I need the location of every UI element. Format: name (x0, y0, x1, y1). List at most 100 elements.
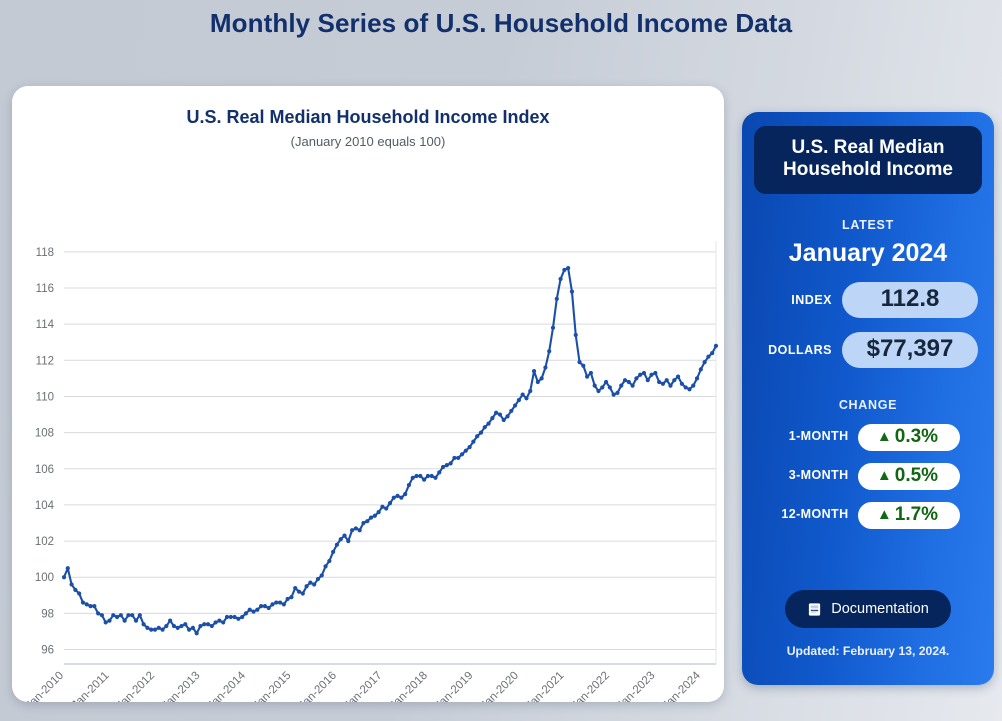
data-point (630, 383, 635, 388)
data-point (615, 390, 620, 395)
data-point (145, 625, 150, 630)
svg-text:Jan-2015: Jan-2015 (251, 670, 293, 702)
summary-panel: U.S. Real Median Household Income LATEST… (742, 112, 994, 685)
data-point (596, 388, 601, 394)
data-point (603, 379, 609, 385)
data-point (406, 482, 412, 488)
documentation-button[interactable]: Documentation (785, 590, 951, 628)
data-point (539, 376, 544, 381)
change-row-1-month: 1-MONTH ▲ 0.3% (742, 423, 994, 451)
latest-label: LATEST (842, 217, 894, 232)
x-axis-tick-label: Jan-2017 (342, 670, 384, 702)
up-arrow-icon: ▲ (876, 506, 892, 524)
data-point (315, 576, 321, 582)
data-point (168, 618, 173, 623)
income-index-line (62, 267, 718, 635)
x-axis-tick-label: Jan-2015 (251, 670, 293, 702)
x-axis-tick-label: Jan-2012 (115, 670, 157, 702)
data-point (585, 374, 590, 379)
svg-text:Jan-2020: Jan-2020 (479, 670, 521, 702)
data-point (429, 473, 434, 479)
svg-text:Jan-2018: Jan-2018 (388, 670, 430, 702)
data-point (554, 296, 559, 301)
data-point (456, 455, 461, 461)
data-point (118, 613, 123, 618)
data-point (141, 622, 146, 627)
data-point (221, 620, 226, 625)
data-point (274, 600, 279, 605)
data-point (543, 365, 548, 370)
svg-text:Jan-2012: Jan-2012 (115, 670, 157, 702)
data-point (437, 470, 442, 475)
change-value-12-month: 1.7% (894, 503, 939, 525)
index-row: INDEX 112.8 (742, 281, 994, 318)
data-point (494, 410, 499, 415)
data-point (660, 381, 666, 386)
data-point (114, 614, 120, 620)
index-value: 112.8 (842, 281, 978, 318)
data-point (190, 625, 195, 630)
data-point (547, 349, 552, 354)
data-point (270, 602, 275, 607)
dollars-label: DOLLARS (768, 342, 832, 357)
data-point (255, 607, 260, 612)
data-point (414, 473, 419, 479)
x-axis-tick-label: Jan-2018 (388, 670, 430, 702)
data-point (512, 403, 518, 408)
line-chart-plot: 96 98 100 102 104 106 108 110 112 114 116 118 Jan-20… (12, 236, 724, 702)
data-point (338, 537, 343, 542)
data-point (312, 582, 317, 587)
data-point (361, 520, 366, 526)
data-point (600, 385, 605, 390)
dollars-value: $77,397 (842, 331, 978, 368)
data-point (88, 604, 93, 609)
data-point (490, 416, 495, 421)
data-point (440, 464, 446, 470)
data-point (232, 614, 237, 620)
data-point (622, 378, 628, 383)
data-point (368, 515, 374, 520)
data-point (308, 580, 313, 585)
x-axis-tick-label: Jan-2020 (479, 670, 521, 702)
data-point (266, 605, 271, 611)
data-point (327, 558, 332, 564)
y-axis-tick-label: 118 (36, 247, 54, 259)
svg-text:Jan-2022: Jan-2022 (570, 670, 612, 702)
data-point (342, 533, 347, 538)
data-point (387, 501, 393, 506)
panel-header-title: U.S. Real Median Household Income (754, 126, 982, 194)
data-point (611, 392, 616, 397)
data-point (130, 613, 135, 618)
data-point (240, 614, 245, 620)
y-axis-tick-label: 104 (35, 500, 55, 512)
data-point (133, 618, 139, 623)
book-icon (809, 602, 821, 616)
chart-title: U.S. Real Median Household Income Index (186, 107, 550, 127)
data-point (80, 600, 86, 605)
y-axis-tick-label: 112 (36, 355, 54, 367)
data-point (566, 266, 571, 271)
change-row-3-month: 3-MONTH ▲ 0.5% (742, 462, 994, 490)
data-point (486, 421, 491, 426)
index-label: INDEX (791, 292, 832, 307)
data-point (592, 383, 597, 388)
documentation-button-label: Documentation (831, 601, 929, 617)
x-axis-tick-label: Jan-2016 (297, 670, 339, 702)
data-point (482, 425, 487, 430)
data-point (202, 622, 207, 627)
data-point (577, 360, 582, 365)
data-point (149, 627, 154, 632)
data-point (668, 383, 673, 388)
data-point (198, 623, 203, 629)
data-point (289, 595, 294, 600)
data-point (395, 493, 400, 498)
data-point (588, 370, 594, 376)
page-title: Monthly Series of U.S. Household Income … (209, 8, 793, 38)
data-point (459, 452, 465, 457)
x-axis-tick-label: Jan-2014 (206, 669, 249, 702)
x-axis-tick-label: Jan-2019 (433, 670, 475, 702)
data-point (505, 414, 510, 419)
data-point (550, 325, 556, 330)
data-point (285, 596, 290, 602)
updated-timestamp: Updated: February 13, 2024. (786, 644, 950, 658)
